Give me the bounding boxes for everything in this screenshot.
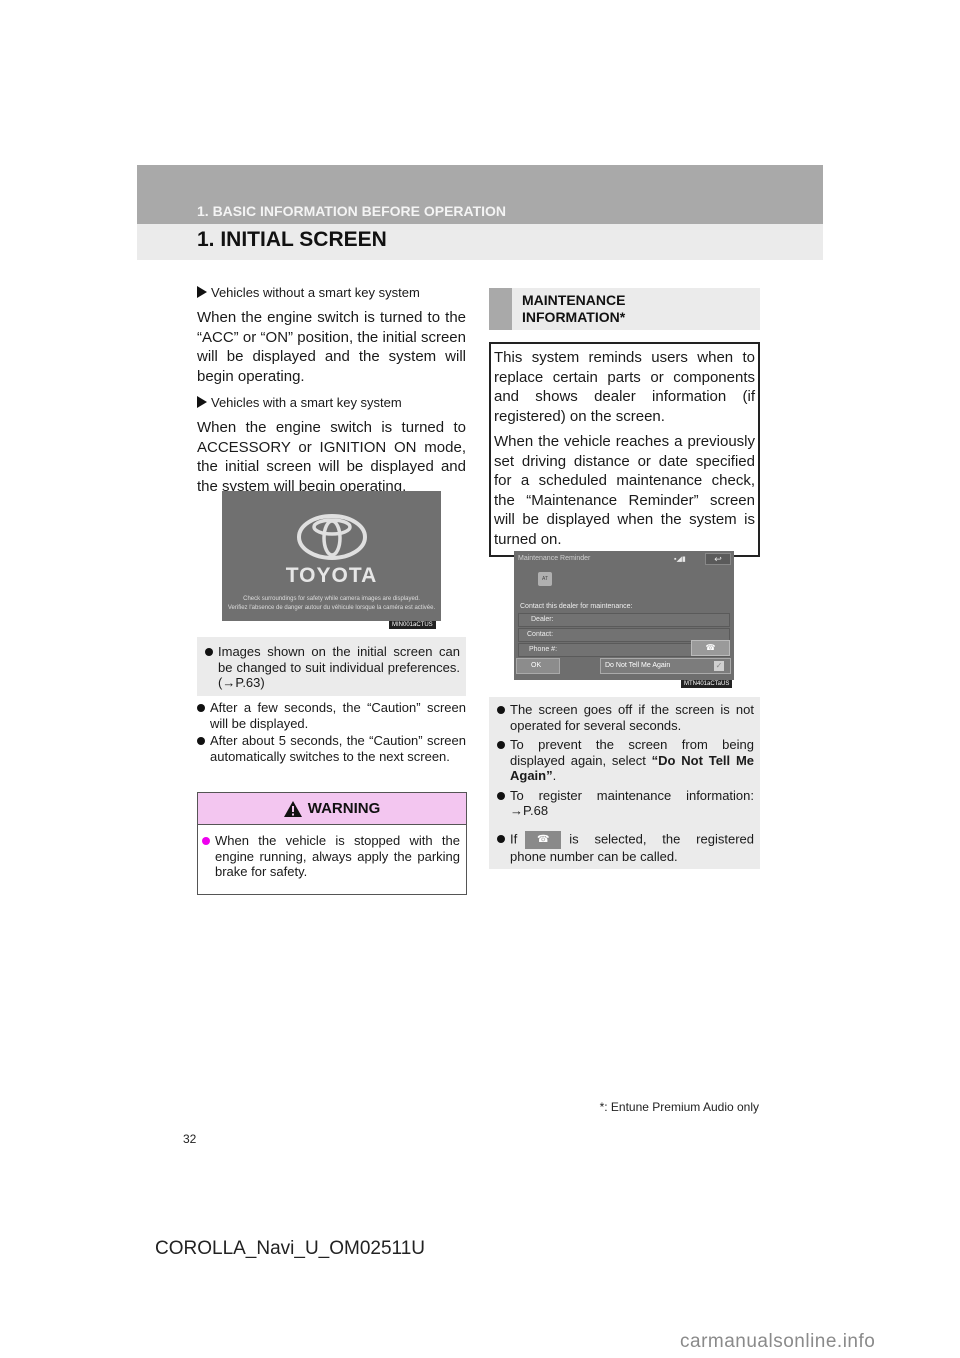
bullet-dot-icon [497, 706, 505, 714]
watermark: carmanualsonline.info [680, 1331, 876, 1352]
list-item: The screen goes off if the screen is not… [497, 702, 754, 733]
warning-box: WARNING When the vehicle is stopped with… [197, 792, 467, 895]
maintenance-description-box: This system reminds users when to replac… [489, 342, 760, 557]
paragraph: When the vehicle reaches a previously se… [494, 433, 755, 548]
checkbox-icon: ✓ [714, 661, 724, 671]
right-column: MAINTENANCE INFORMATION* This system rem… [489, 288, 760, 557]
subhead-smart-key: Vehicles with a smart key system [197, 394, 466, 412]
paragraph: When the engine switch is turned to ACCE… [197, 419, 466, 495]
heading-line-2: INFORMATION* [522, 309, 626, 325]
paragraph: When the engine switch is turned to the … [197, 309, 466, 385]
bullet-dot-icon [205, 648, 213, 656]
warning-header: WARNING [198, 793, 466, 825]
maintenance-notes: The screen goes off if the screen is not… [489, 697, 760, 869]
triangle-bullet-icon [197, 286, 207, 298]
initial-screen-image: TOYOTA Check surroundings for safety whi… [222, 491, 441, 621]
subhead-no-smart-key: Vehicles without a smart key system [197, 284, 466, 302]
page-title: 1. INITIAL SCREEN [197, 228, 387, 251]
document-code: COROLLA_Navi_U_OM02511U [155, 1238, 425, 1259]
list-item-text: If ☎ is selected, the registered phone num… [510, 830, 754, 865]
dealer-row: Dealer: [518, 613, 730, 627]
bullet-dot-icon [497, 741, 505, 749]
note-text: Images shown on the initial screen can b… [218, 644, 460, 690]
warning-triangle-icon [283, 800, 302, 817]
dealer-label: Dealer: [531, 616, 554, 623]
warning-title: WARNING [307, 800, 381, 817]
list-item: To prevent the screen from being display… [497, 737, 754, 784]
left-column: Vehicles without a smart key system When… [197, 284, 466, 504]
flag-icon: AT [538, 572, 552, 586]
warning-text: When the vehicle is stopped with the eng… [215, 833, 460, 879]
brand-name: TOYOTA [285, 564, 378, 587]
page-number: 32 [183, 1132, 197, 1146]
note-item: Images shown on the initial screen can b… [205, 644, 460, 691]
list-item: If ☎ is selected, the registered phone num… [497, 830, 754, 865]
contact-label: Contact: [527, 631, 554, 638]
section-label: 1. BASIC INFORMATION BEFORE OPERATION [197, 203, 507, 219]
list-item-text: After about 5 seconds, the “Caution” scr… [210, 733, 466, 764]
bullet-dot-icon [197, 704, 205, 712]
caption-french: Verifiez l'absence de danger autour du v… [227, 605, 436, 611]
list-item-text: To prevent the screen from being display… [510, 737, 754, 784]
bullet-list: After a few seconds, the “Caution” scree… [197, 700, 466, 766]
image-code: MIN001aCTUS [389, 621, 436, 629]
bullet-dot-icon [497, 791, 505, 800]
ok-button-image: OK [516, 658, 560, 674]
image-code: MTN401aCTaUS [681, 680, 733, 688]
paragraph: This system reminds users when to replac… [494, 349, 755, 425]
caption-english: Check surroundings for safety while came… [243, 596, 420, 602]
signal-battery-icon: ▪◢▮ [674, 556, 686, 563]
list-item: After a few seconds, the “Caution” scree… [197, 700, 466, 731]
phone-button-icon: ☎ [525, 830, 562, 849]
phone-call-icon: ☎ [691, 640, 730, 656]
triangle-bullet-icon [197, 396, 207, 408]
maintenance-heading: MAINTENANCE INFORMATION* [489, 288, 760, 330]
bullet-dot-icon [497, 834, 505, 843]
maintenance-reminder-screen-image: Maintenance Reminder ▪◢▮ ↩ AT Contact th… [514, 551, 734, 680]
subhead-text: Vehicles without a smart key system [211, 285, 420, 300]
heading-bar [489, 288, 512, 330]
list-item: To register maintenance information: →P.… [497, 788, 754, 819]
do-not-tell-button-image: Do Not Tell Me Again ✓ [600, 658, 731, 674]
contact-prompt: Contact this dealer for maintenance: [520, 603, 633, 610]
note-box: Images shown on the initial screen can b… [197, 637, 466, 696]
list-item-text: After a few seconds, the “Caution” scree… [210, 700, 466, 731]
list-item-text: To register maintenance information: →P.… [510, 787, 754, 819]
footnote: *: Entune Premium Audio only [599, 1100, 759, 1114]
list-item-text: The screen goes off if the screen is not… [510, 702, 754, 733]
text-prefix: If [510, 830, 518, 846]
text-suffix: . [552, 768, 557, 783]
do-not-tell-label: Do Not Tell Me Again [605, 662, 671, 669]
toyota-logo-icon [297, 514, 367, 560]
back-icon: ↩ [705, 553, 731, 565]
subhead-text: Vehicles with a smart key system [211, 395, 402, 410]
heading-line-1: MAINTENANCE [522, 292, 626, 308]
list-item: After about 5 seconds, the “Caution” scr… [197, 733, 466, 764]
bullet-dot-icon [202, 837, 210, 845]
warning-item: When the vehicle is stopped with the eng… [202, 833, 460, 880]
bullet-dot-icon [197, 737, 205, 745]
screen-title: Maintenance Reminder [518, 555, 591, 562]
phone-label: Phone #: [529, 646, 558, 653]
